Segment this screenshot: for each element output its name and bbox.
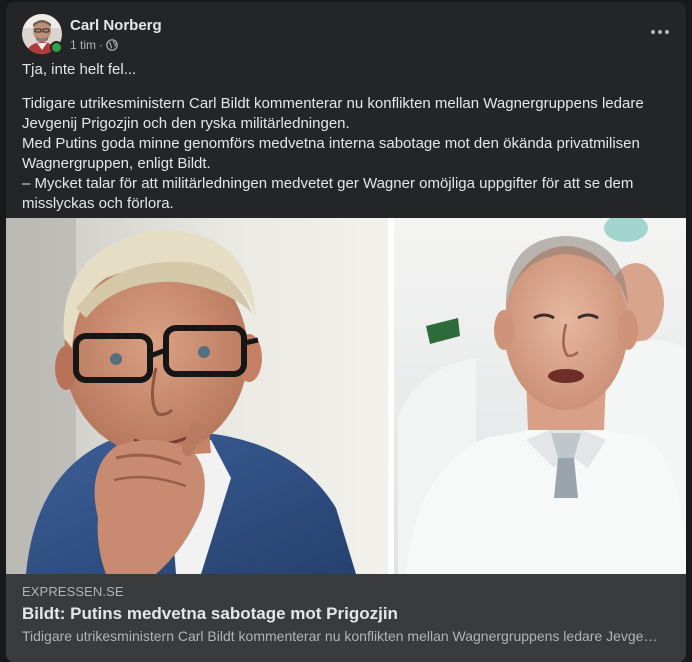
post-paragraph: Med Putins goda minne genomförs medvetna…	[22, 135, 640, 172]
more-dot	[658, 30, 662, 34]
post-text: Tja, inte helt fel... Tidigare utrikesmi…	[22, 60, 672, 214]
link-preview-image[interactable]	[6, 218, 686, 574]
more-dot	[665, 30, 669, 34]
meta-separator: ·	[99, 37, 104, 52]
post-intro: Tja, inte helt fel...	[22, 61, 137, 78]
post-meta: Carl Norberg 1 tim ·	[70, 17, 162, 52]
post-timestamp[interactable]: 1 tim	[70, 38, 96, 52]
link-domain: EXPRESSEN.SE	[22, 584, 124, 599]
online-status-dot	[50, 41, 63, 54]
post-paragraph: Tidigare utrikesministern Carl Bildt kom…	[22, 95, 644, 132]
more-dot	[651, 30, 655, 34]
more-options-icon[interactable]	[646, 18, 674, 46]
avatar[interactable]	[22, 14, 63, 54]
post-paragraph: – Mycket talar för att militärledningen …	[22, 175, 634, 212]
post-card: Carl Norberg 1 tim · Tja, inte helt fel.…	[6, 2, 686, 662]
globe-icon[interactable]	[106, 39, 118, 51]
link-title[interactable]: Bildt: Putins medvetna sabotage mot Prig…	[22, 604, 398, 624]
link-preview-card[interactable]: EXPRESSEN.SE Bildt: Putins medvetna sabo…	[6, 574, 686, 662]
post-header: Carl Norberg 1 tim ·	[22, 14, 162, 54]
link-image-illustration	[6, 218, 686, 574]
author-name[interactable]: Carl Norberg	[70, 17, 162, 35]
timestamp-row: 1 tim ·	[70, 38, 162, 52]
link-description: Tidigare utrikesministern Carl Bildt kom…	[22, 628, 662, 644]
